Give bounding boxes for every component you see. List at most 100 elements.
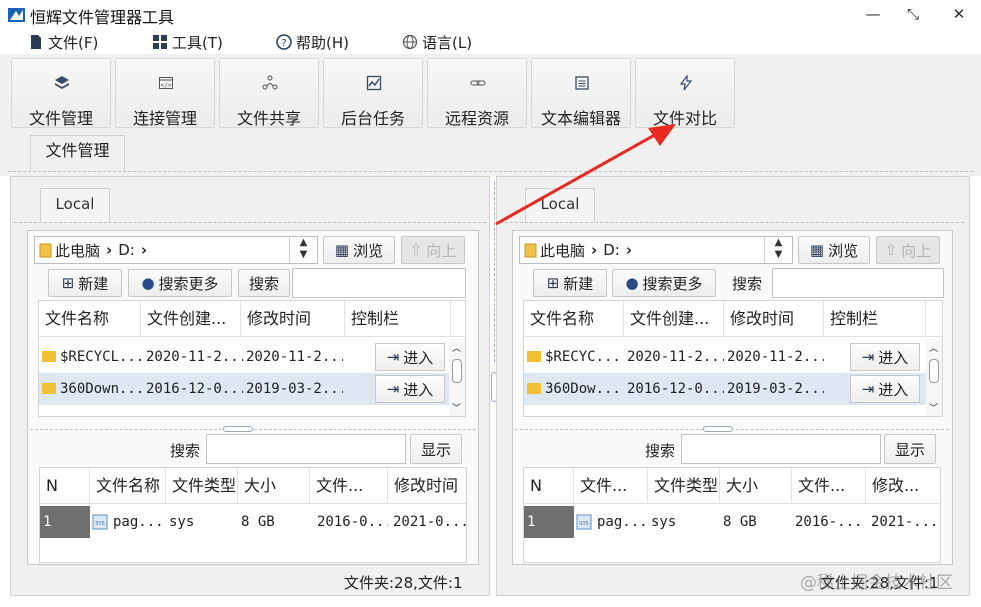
column-header[interactable]: 修改时间 — [724, 301, 824, 337]
browse-button[interactable]: ▦ 浏览 — [323, 236, 395, 264]
filter-input[interactable] — [206, 434, 406, 464]
up-arrow-icon: ⇧ — [409, 241, 423, 259]
svg-text:SYS: SYS — [579, 521, 588, 527]
column-header[interactable]: 文件... — [792, 468, 866, 504]
menu-tools[interactable]: 工具(T) — [152, 31, 223, 53]
menu-help[interactable]: ? 帮助(H) — [276, 31, 349, 53]
search-input[interactable] — [772, 268, 944, 298]
column-header[interactable]: 文件创建... — [141, 301, 241, 337]
enter-button[interactable]: ⇥ 进入 — [850, 343, 920, 371]
enter-button[interactable]: ⇥ 进入 — [375, 375, 445, 403]
table-row[interactable]: 1 SYS pag... sys 8 GB 2016-0... 2021-0..… — [40, 506, 466, 538]
annotation-arrow — [495, 124, 676, 226]
tab-local-left[interactable]: Local — [40, 188, 110, 222]
splitter[interactable] — [30, 429, 476, 430]
table-row[interactable]: $RECYC... 2020-11-2... 2020-11-2... ⇥ 进入 — [524, 341, 928, 373]
folder-icon — [524, 243, 537, 258]
column-header[interactable]: 文件... — [310, 468, 388, 504]
svg-text:SYS: SYS — [95, 521, 104, 527]
path-spinner[interactable]: ▲ ▼ — [764, 237, 792, 263]
table-scrollbar[interactable]: ︿ ﹀ — [926, 339, 942, 416]
table-row[interactable]: 360Dow... 2016-12-0... 2019-03-2... ⇥ 进入 — [524, 373, 928, 405]
folder-icon — [39, 243, 52, 258]
chevron-right-icon: › — [591, 241, 598, 259]
path-selector[interactable]: 此电脑 › D: › ▲ ▼ — [519, 236, 793, 264]
result-table: N 文件... 文件类型 大小 文件... 修改... 1 SYS pag...… — [523, 467, 941, 563]
column-header[interactable]: 文件名称 — [90, 468, 166, 504]
scroll-thumb[interactable] — [452, 359, 462, 383]
column-header[interactable]: 文件创建... — [624, 301, 724, 337]
browse-button[interactable]: ▦ 浏览 — [798, 236, 870, 264]
tab-file-manager[interactable]: 文件管理 — [30, 135, 125, 171]
scroll-thumb[interactable] — [929, 359, 939, 383]
filter-input[interactable] — [681, 434, 881, 464]
new-button[interactable]: ⊞ 新建 — [533, 269, 607, 297]
column-header[interactable]: 文件... — [574, 468, 648, 504]
path-spinner[interactable]: ▲ ▼ — [289, 237, 317, 263]
column-header[interactable]: 大小 — [238, 468, 310, 504]
table-header: N 文件名称 文件类型 大小 文件... 修改时间 — [40, 468, 466, 504]
splitter-handle[interactable] — [703, 426, 733, 432]
background-tasks-button[interactable]: 后台任务 — [323, 58, 423, 128]
up-arrow-icon: ⇧ — [884, 241, 898, 259]
up-button[interactable]: ⇧ 向上 — [401, 236, 465, 264]
table-header: 文件名称 文件创建... 修改时间 控制栏 — [524, 301, 942, 337]
enter-button[interactable]: ⇥ 进入 — [850, 375, 920, 403]
search-more-button[interactable]: ● 搜索更多 — [612, 269, 716, 297]
divider — [14, 222, 486, 223]
chart-icon — [366, 75, 382, 91]
add-icon: ⊞ — [546, 274, 560, 292]
watermark: @稀土掘金技术社区 — [800, 573, 953, 593]
menu-file[interactable]: 文件(F) — [28, 31, 98, 53]
column-header[interactable]: N — [524, 468, 574, 504]
connection-manager-button[interactable]: </> 连接管理 — [115, 58, 215, 128]
column-header[interactable]: 控制栏 — [824, 301, 926, 337]
enter-button[interactable]: ⇥ 进入 — [375, 343, 445, 371]
up-button[interactable]: ⇧ 向上 — [876, 236, 940, 264]
scroll-down-icon: ﹀ — [452, 404, 462, 414]
file-manager-button[interactable]: 文件管理 — [11, 58, 111, 128]
column-header[interactable]: 控制栏 — [345, 301, 451, 337]
column-header[interactable]: 文件名称 — [39, 301, 141, 337]
minimize-button[interactable]: — — [860, 3, 886, 25]
column-header[interactable]: 文件类型 — [166, 468, 238, 504]
enter-icon: ⇥ — [861, 380, 875, 398]
search-button[interactable]: 搜索 — [238, 269, 290, 297]
file-share-button[interactable]: 文件共享 — [219, 58, 319, 128]
folder-icon — [527, 351, 541, 362]
file-table: 文件名称 文件创建... 修改时间 控制栏 $RECYC... 2020-11-… — [523, 300, 943, 417]
search-button[interactable]: 搜索 — [722, 269, 772, 297]
search-label: 搜索 — [645, 442, 676, 460]
svg-text:?: ? — [281, 38, 286, 49]
table-scrollbar[interactable]: ︿ ﹀ — [449, 339, 465, 416]
grid-icon: ▦ — [809, 241, 825, 259]
enter-icon: ⇥ — [861, 348, 875, 366]
globe-icon — [402, 34, 418, 50]
column-header[interactable]: 文件类型 — [648, 468, 720, 504]
table-row[interactable]: 360Down... 2016-12-0... 2019-03-2... ⇥ 进入 — [39, 373, 451, 405]
splitter-handle[interactable] — [223, 426, 253, 432]
table-row[interactable]: $RECYCL... 2020-11-2... 2020-11-2... ⇥ 进入 — [39, 341, 451, 373]
maximize-button[interactable]: ⤡ — [900, 3, 926, 25]
table-row[interactable]: 1 SYS pag... sys 8 GB 2016-... 2021-... — [524, 506, 940, 538]
show-button[interactable]: 显示 — [410, 434, 462, 464]
show-button[interactable]: 显示 — [884, 434, 936, 464]
column-header[interactable]: 文件名称 — [524, 301, 624, 337]
file-table: 文件名称 文件创建... 修改时间 控制栏 $RECYCL... 2020-11… — [38, 300, 466, 417]
scroll-down-icon: ﹀ — [929, 404, 939, 414]
path-selector[interactable]: 此电脑 › D: › ▲ ▼ — [34, 236, 318, 264]
new-button[interactable]: ⊞ 新建 — [48, 269, 122, 297]
enter-icon: ⇥ — [386, 380, 400, 398]
folder-icon — [527, 383, 541, 394]
search-more-button[interactable]: ● 搜索更多 — [128, 269, 232, 297]
search-input[interactable] — [292, 268, 466, 298]
menu-language[interactable]: 语言(L) — [402, 31, 472, 53]
table-header: N 文件... 文件类型 大小 文件... 修改... — [524, 468, 940, 504]
column-header[interactable]: 修改... — [866, 468, 940, 504]
add-icon: ⊞ — [61, 274, 75, 292]
column-header[interactable]: 修改时间 — [241, 301, 345, 337]
column-header[interactable]: 修改时间 — [388, 468, 466, 504]
column-header[interactable]: 大小 — [720, 468, 792, 504]
column-header[interactable]: N — [40, 468, 90, 504]
close-button[interactable]: ✕ — [946, 3, 972, 25]
